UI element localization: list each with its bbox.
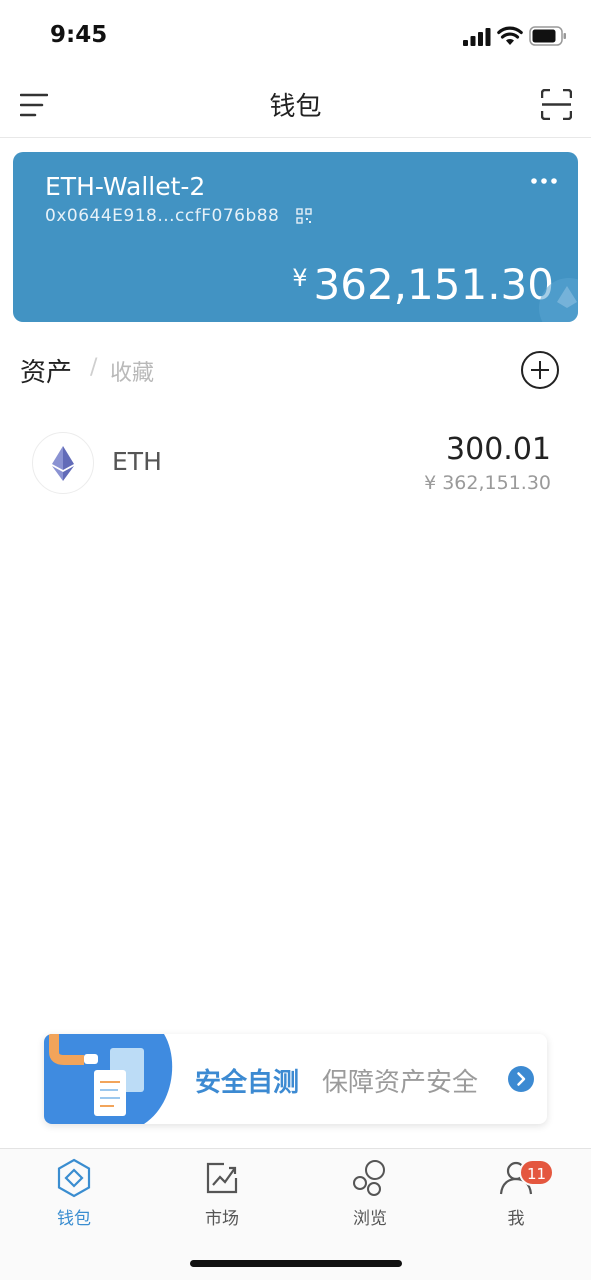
wallet-address[interactable]: 0x0644E918...ccfF076b88 xyxy=(45,206,279,226)
wallet-card[interactable]: ETH-Wallet-2 0x0644E918...ccfF076b88 ¥36… xyxy=(13,152,578,322)
wallet-icon xyxy=(57,1158,91,1198)
tab-separator: / xyxy=(90,355,98,380)
banner-subtitle: 保障资产安全 xyxy=(322,1068,479,1098)
tab-browse[interactable]: 浏览 xyxy=(325,1158,415,1229)
security-check-banner[interactable]: 安全自测 保障资产安全 xyxy=(44,1034,547,1124)
qr-code-icon[interactable] xyxy=(296,208,312,224)
wallet-name: ETH-Wallet-2 xyxy=(45,172,206,201)
wifi-icon xyxy=(497,26,523,45)
cellular-signal-icon xyxy=(463,28,491,46)
tab-label-browse: 浏览 xyxy=(353,1209,387,1229)
market-chart-icon xyxy=(206,1162,238,1194)
tab-market[interactable]: 市场 xyxy=(177,1158,267,1229)
tab-wallet[interactable]: 钱包 xyxy=(29,1158,119,1229)
security-illustration-icon xyxy=(44,1034,173,1124)
notification-badge: 11 xyxy=(519,1159,555,1186)
home-indicator xyxy=(190,1260,402,1267)
tab-label-market: 市场 xyxy=(205,1209,239,1229)
tab-label-wallet: 钱包 xyxy=(57,1209,91,1229)
add-asset-icon[interactable] xyxy=(520,350,560,390)
page-title: 钱包 xyxy=(269,92,322,122)
tab-assets[interactable]: 资产 xyxy=(20,352,72,389)
balance-amount: 362,151.30 xyxy=(313,260,554,309)
banner-title: 安全自测 xyxy=(195,1068,300,1098)
browse-bubbles-icon xyxy=(353,1160,385,1196)
asset-symbol: ETH xyxy=(112,447,162,476)
chevron-right-icon[interactable] xyxy=(507,1065,535,1093)
ethereum-icon xyxy=(32,432,94,494)
wallet-balance: ¥362,151.30 xyxy=(292,260,554,309)
asset-fiat-value: ¥ 362,151.30 xyxy=(424,472,551,494)
tab-label-me: 我 xyxy=(507,1209,525,1229)
scan-icon[interactable] xyxy=(541,89,572,120)
ethereum-watermark-icon xyxy=(539,278,578,322)
tab-favorites[interactable]: 收藏 xyxy=(110,355,154,387)
asset-amount: 300.01 xyxy=(446,432,551,467)
status-time: 9:45 xyxy=(50,22,108,48)
currency-symbol: ¥ xyxy=(292,264,308,292)
battery-icon xyxy=(529,26,566,46)
more-options-icon[interactable] xyxy=(530,174,558,188)
